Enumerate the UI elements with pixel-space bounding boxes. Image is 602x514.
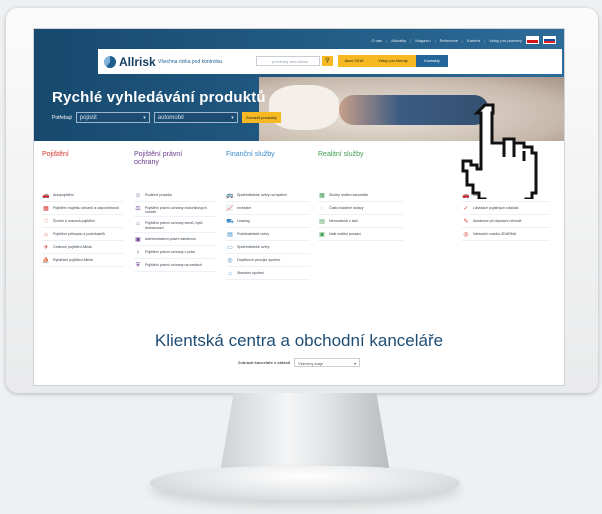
list-item[interactable]: ▣ Naši realitní poradci xyxy=(318,232,404,241)
vstup-klienty-button[interactable]: Vstup pro klienty xyxy=(370,55,416,67)
monitor-frame: O nás | Aktuality | Magazín | Reference | Ka… xyxy=(6,8,598,393)
list-item[interactable]: ◎ Doplňkové penzijní spoření xyxy=(226,258,310,267)
col-pravni-ochrana: Pojištění právní ochrany ☺ Rodinné pravid… xyxy=(134,151,222,272)
car-icon: 🚗 xyxy=(42,193,50,199)
klient-title: Klientská centra a obchodní kanceláře xyxy=(154,331,444,350)
hero-label: Potřebuji xyxy=(52,114,72,121)
list-item[interactable]: ✓ Likvidace pojistných událostí xyxy=(462,206,550,215)
car-law-icon: ⚖ xyxy=(135,206,141,212)
savings-icon: ⌂ xyxy=(228,271,232,277)
region-filter: Zobrazit kanceláře z oblasti Všechny kra… xyxy=(34,358,564,368)
advice-icon: ▣ xyxy=(319,232,325,238)
person-icon: ♀ xyxy=(135,249,141,256)
list-item[interactable]: ▤ Podnikatelské úvěry xyxy=(226,232,310,241)
list-item[interactable]: ▦ Pojištění majetku občanů a odpovědnosti xyxy=(42,206,124,215)
quick-search: Potřebuji pojistit automobil Zobrazit pr… xyxy=(52,112,281,124)
family-icon: ☺ xyxy=(134,193,142,199)
list-item[interactable]: ▦ Služby realitní kanceláře xyxy=(318,193,404,202)
list-item[interactable]: 📈 Investice xyxy=(226,206,310,215)
region-label: Zobrazit kanceláře z oblasti xyxy=(237,360,291,365)
question-icon: ◌ xyxy=(320,206,324,212)
topnav-aktuality[interactable]: Aktuality xyxy=(391,38,406,43)
top-nav: O nás | Aktuality | Magazín | Reference | Ka… xyxy=(371,36,556,44)
boat-icon: ⛵ xyxy=(42,258,50,264)
list-item[interactable]: ⚖ Pojištění právní ochrany motoristových … xyxy=(134,206,216,218)
logo[interactable]: Allrisk xyxy=(104,55,156,69)
topnav-o-nas[interactable]: O nás xyxy=(371,38,382,43)
search-button[interactable]: ⚲ xyxy=(322,56,333,66)
list-item[interactable]: ⌂ Stavební spoření xyxy=(226,271,310,280)
akce-button[interactable]: Akce 2018 xyxy=(338,55,370,67)
col-title[interactable]: Realitní služby xyxy=(318,151,406,159)
col-realitni-sluzby: Realitní služby ▦ Služby realitní kancelá… xyxy=(318,151,406,241)
region-select[interactable]: Všechny kraje xyxy=(294,358,361,368)
topnav-reference[interactable]: Reference xyxy=(440,38,458,43)
pension-icon: ◎ xyxy=(227,258,233,264)
list-item[interactable]: ▭ Spotřebitelské úvěry xyxy=(226,245,310,254)
search-input[interactable]: prohledej web Allrisk xyxy=(256,56,320,66)
bus-icon: 🚌 xyxy=(226,193,234,199)
logo-text: Allrisk xyxy=(119,55,156,69)
list-item[interactable]: ⛨ Pojištění právní ochrany na cestách xyxy=(134,263,216,272)
business-icon: ▤ xyxy=(227,232,233,238)
slogan-main: Všechna rizika xyxy=(158,59,191,65)
sale-icon: ▤ xyxy=(319,219,325,225)
search-icon: ⚲ xyxy=(325,58,330,64)
insure-select[interactable]: pojistit xyxy=(75,112,150,124)
hero-title: Rychlé vyhledávání produktů xyxy=(52,89,266,106)
topnav-vstup-partnery[interactable]: Vstup pro partnery xyxy=(489,38,522,43)
logo-icon xyxy=(104,56,116,68)
list-item[interactable]: ⛟ Leasing xyxy=(226,219,310,228)
topnav-kariera[interactable]: Kariéra xyxy=(467,38,480,43)
list-item[interactable]: ✎ Asistence při dopravní nehodě xyxy=(462,219,550,228)
list-item[interactable]: 🚌 Spotřebitelské úvěry na bydlení xyxy=(226,193,310,202)
header-bar: Allrisk Všechna rizika pod kontrolou pro… xyxy=(98,49,562,74)
show-products-button[interactable]: Zobrazit produkty xyxy=(241,112,281,123)
col-title[interactable]: Pojištění právní ochrany xyxy=(134,151,204,167)
check-icon: ✓ xyxy=(463,206,469,212)
list-item[interactable]: ⌂ Pojištění průmyslu a podnikatelů xyxy=(42,232,124,241)
screen: O nás | Aktuality | Magazín | Reference | Ka… xyxy=(33,28,565,386)
list-item[interactable]: ◎ Náhradní vozidlo ZDARMA xyxy=(462,232,550,241)
object-select[interactable]: automobil xyxy=(153,112,238,124)
hand-cursor-icon xyxy=(461,103,538,199)
col-pojisteni: Pojištění 🚗 Autopojištění ▦ Pojištění maje… xyxy=(42,151,130,267)
flag-sk-icon[interactable] xyxy=(543,36,556,44)
col-title[interactable]: Finanční služby xyxy=(226,151,314,159)
shield-icon: ⛨ xyxy=(135,262,141,269)
question-circle-icon: ◎ xyxy=(463,232,469,238)
flag-cz-icon[interactable] xyxy=(526,36,539,44)
factory-icon: ⌂ xyxy=(44,232,48,238)
list-item[interactable]: ✈ Cestovní pojištění Allrisk xyxy=(42,245,124,254)
card-icon: ▭ xyxy=(227,245,233,251)
chart-icon: 📈 xyxy=(226,206,234,212)
list-item[interactable]: ♀ Pojištění právní ochrany v práci xyxy=(134,250,216,259)
topnav-magazin[interactable]: Magazín xyxy=(415,38,430,43)
admin-icon: ▣ xyxy=(135,236,141,243)
list-item[interactable]: ▣ Administrativní právní asistence xyxy=(134,237,216,246)
assistance-icon: ✎ xyxy=(463,219,469,225)
slogan-sub: pod kontrolou xyxy=(191,59,223,65)
travel-icon: ✈ xyxy=(43,245,49,251)
col-title[interactable]: Pojištění xyxy=(42,151,130,159)
monitor-base xyxy=(150,466,460,500)
leasing-icon: ⛟ xyxy=(226,219,234,225)
list-item[interactable]: ▤ Nemovitosti v akci xyxy=(318,219,404,228)
list-item[interactable]: ♡ Životní a úrazová pojištění xyxy=(42,219,124,228)
kontakty-button[interactable]: Kontakty xyxy=(416,55,448,67)
list-item[interactable]: 🚗 Autopojištění xyxy=(42,193,124,202)
home-law-icon: ⌂ xyxy=(136,221,140,228)
list-item[interactable]: ⛵ Rybářské pojištění Allrisk xyxy=(42,258,124,267)
monitor-stand xyxy=(220,393,390,473)
slogan: Všechna rizika pod kontrolou xyxy=(158,59,222,65)
list-item[interactable]: ⌂ Pojištění právní ochrany domů, bytů, do… xyxy=(134,221,216,233)
col-financni-sluzby: Finanční služby 🚌 Spotřebitelské úvěry na… xyxy=(226,151,314,280)
office-icon: ▦ xyxy=(319,193,325,199)
list-item[interactable]: ◌ Často kladené dotazy xyxy=(318,206,404,215)
building-icon: ▦ xyxy=(43,206,49,212)
list-item[interactable]: ☺ Rodinné pravidlo xyxy=(134,193,216,202)
heart-icon: ♡ xyxy=(43,219,49,225)
